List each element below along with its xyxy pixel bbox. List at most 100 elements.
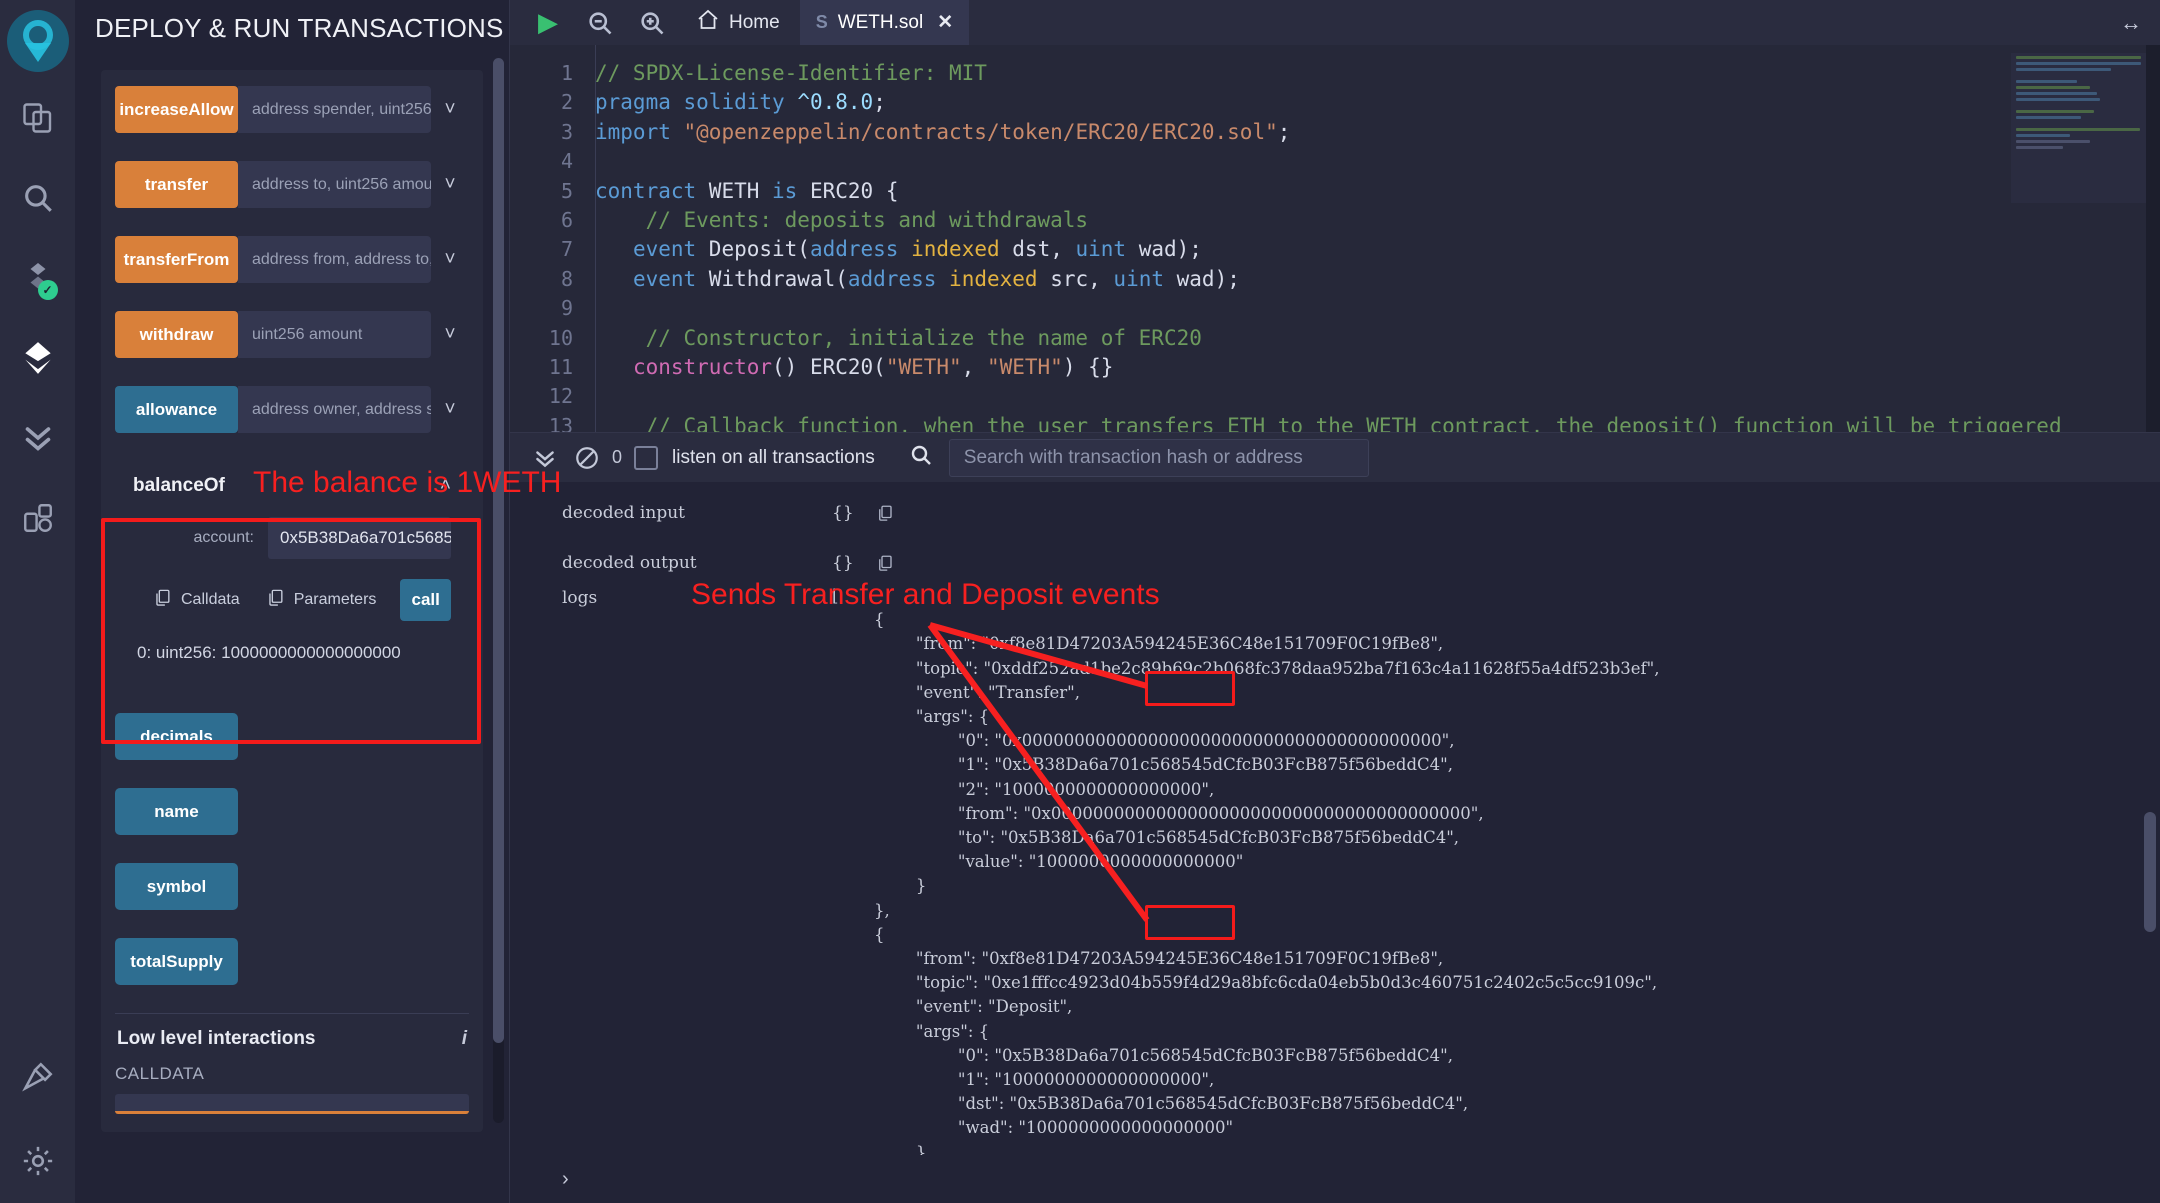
logs-row: logs [ { "from": "0xf8e81D47203A594245E3… xyxy=(510,584,2160,1155)
home-tab[interactable]: Home xyxy=(680,0,796,45)
name-button[interactable]: name xyxy=(115,788,238,835)
run-script-icon[interactable]: ▶ xyxy=(524,0,572,45)
zoom-in-icon[interactable] xyxy=(628,0,676,45)
chevron-down-icon[interactable]: ˅ xyxy=(431,174,469,196)
code-line: 3 import "@openzeppelin/contracts/token/E… xyxy=(510,118,2160,147)
line-number: 12 xyxy=(548,384,573,409)
account-param-row: account: 0x5B38Da6a701c568545dCfcB xyxy=(133,517,451,559)
terminal-scrollbar[interactable] xyxy=(2144,812,2156,932)
transfer-params-input[interactable]: address to, uint256 amount xyxy=(238,161,431,208)
chevron-up-icon[interactable]: ˄ xyxy=(440,475,451,497)
decoded-output-label: decoded output xyxy=(562,553,697,573)
editor-minimap[interactable] xyxy=(2011,53,2146,203)
line-number: 7 xyxy=(560,237,573,262)
transaction-search-input[interactable]: Search with transaction hash or address xyxy=(948,438,1369,477)
line-number: 5 xyxy=(560,178,573,203)
copy-parameters-button[interactable]: Parameters xyxy=(266,588,377,612)
info-icon[interactable]: i xyxy=(462,1028,467,1050)
file-explorer-icon[interactable] xyxy=(10,90,66,146)
symbol-button[interactable]: symbol xyxy=(115,863,238,910)
function-row: symbol xyxy=(115,863,469,910)
plugin-plug-icon[interactable] xyxy=(10,1049,66,1105)
code-line: 8 event Withdrawal(address indexed src, … xyxy=(510,265,2160,294)
search-icon[interactable] xyxy=(10,170,66,226)
panel-scrollbar-thumb[interactable] xyxy=(493,58,504,1043)
balanceof-header: balanceOf ˄ xyxy=(133,475,451,497)
function-row: name xyxy=(115,788,469,835)
close-icon[interactable]: ✕ xyxy=(937,11,953,34)
code-editor[interactable]: 1 // SPDX-License-Identifier: MIT 2 pragma … xyxy=(510,45,2160,432)
panel-scrollbar[interactable] xyxy=(493,58,504,1123)
transfer-button[interactable]: transfer xyxy=(115,161,238,208)
plugin-manager-icon[interactable] xyxy=(10,490,66,546)
line-number: 13 xyxy=(548,413,573,432)
logs-label: logs xyxy=(562,588,598,608)
code-text: event Withdrawal(address indexed src, ui… xyxy=(632,266,1240,291)
zoom-out-icon[interactable] xyxy=(576,0,624,45)
function-row: withdraw uint256 amount ˅ xyxy=(115,311,469,358)
contract-functions-card: increaseAllow address spender, uint256 a… xyxy=(101,70,483,1132)
transferfrom-button[interactable]: transferFrom xyxy=(115,236,238,283)
pending-transaction-count: 0 xyxy=(612,447,623,467)
line-number: 11 xyxy=(548,354,573,379)
calldata-input[interactable] xyxy=(115,1094,469,1114)
parameters-label: Parameters xyxy=(293,591,377,608)
debugger-icon[interactable] xyxy=(10,410,66,466)
terminal-prompt[interactable]: › xyxy=(510,1155,2160,1203)
copy-icon[interactable] xyxy=(876,554,894,572)
solidity-file-icon: S xyxy=(815,12,828,32)
allowance-button[interactable]: allowance xyxy=(115,386,238,433)
chevron-down-icon[interactable]: ˅ xyxy=(431,324,469,346)
expand-editor-icon[interactable]: ↔ xyxy=(2120,10,2160,36)
transferfrom-params-input[interactable]: address from, address to, uint xyxy=(238,236,431,283)
copy-icon[interactable] xyxy=(876,504,894,522)
tab-weth-sol[interactable]: S WETH.sol ✕ xyxy=(799,0,970,45)
balanceof-title: balanceOf xyxy=(133,475,225,496)
remix-logo[interactable] xyxy=(6,10,69,72)
allowance-params-input[interactable]: address owner, address spen xyxy=(238,386,431,433)
function-row: transfer address to, uint256 amount ˅ xyxy=(115,161,469,208)
divider xyxy=(115,1013,469,1014)
account-label: account: xyxy=(193,529,254,546)
chevron-down-icon[interactable]: ˅ xyxy=(431,99,469,121)
decimals-button[interactable]: decimals xyxy=(115,713,238,760)
balanceof-expanded-panel: balanceOf ˄ account: 0x5B38Da6a701c56854… xyxy=(115,461,469,683)
copy-icon xyxy=(153,588,172,612)
decoded-input-value-group: {} xyxy=(832,503,894,523)
code-line: 7 event Deposit(address indexed dst, uin… xyxy=(510,235,2160,264)
listen-all-transactions-checkbox[interactable] xyxy=(634,445,659,470)
decoded-output-row: decoded output {} xyxy=(510,538,2160,588)
panel-scroll-area: increaseAllow address spender, uint256 a… xyxy=(75,56,509,1203)
code-line: 5 contract WETH is ERC20 { xyxy=(510,177,2160,206)
account-input[interactable]: 0x5B38Da6a701c568545dCfcB xyxy=(268,517,451,559)
increaseallowance-params-input[interactable]: address spender, uint256 add xyxy=(238,86,431,133)
home-icon xyxy=(696,8,720,38)
editor-scrollbar[interactable] xyxy=(2146,45,2160,432)
totalsupply-button[interactable]: totalSupply xyxy=(115,938,238,985)
clear-console-icon[interactable] xyxy=(566,433,608,483)
increaseallowance-button[interactable]: increaseAllow xyxy=(115,86,238,133)
withdraw-button[interactable]: withdraw xyxy=(115,311,238,358)
terminal: 0 listen on all transactions Search with… xyxy=(510,432,2160,1203)
code-text: import "@openzeppelin/contracts/token/ER… xyxy=(595,119,1291,144)
chevron-down-icon[interactable]: ˅ xyxy=(431,249,469,271)
rail-icon-list: ✓ xyxy=(0,90,75,546)
collapse-terminal-icon[interactable] xyxy=(524,433,566,483)
remix-ide-window: ✓ DEPLOY & RUN TRANSACTIONS increaseAllo… xyxy=(0,0,2160,1203)
call-button[interactable]: call xyxy=(400,579,451,621)
terminal-toolbar: 0 listen on all transactions Search with… xyxy=(510,432,2160,482)
deploy-run-icon[interactable] xyxy=(10,330,66,386)
deploy-run-panel: DEPLOY & RUN TRANSACTIONS ✔ › increaseAl… xyxy=(75,0,557,1203)
solidity-compiler-icon[interactable]: ✓ xyxy=(10,250,66,306)
code-line: 9 xyxy=(510,294,2160,323)
line-number: 9 xyxy=(560,296,573,321)
code-line: 12 xyxy=(510,382,2160,411)
settings-gear-icon[interactable] xyxy=(10,1133,66,1189)
calldata-label: CALLDATA xyxy=(115,1064,205,1083)
line-number: 6 xyxy=(560,207,573,232)
withdraw-params-input[interactable]: uint256 amount xyxy=(238,311,431,358)
line-number: 10 xyxy=(548,325,573,350)
copy-calldata-button[interactable]: Calldata xyxy=(153,588,240,612)
page-title: DEPLOY & RUN TRANSACTIONS xyxy=(95,12,504,43)
chevron-down-icon[interactable]: ˅ xyxy=(431,399,469,421)
